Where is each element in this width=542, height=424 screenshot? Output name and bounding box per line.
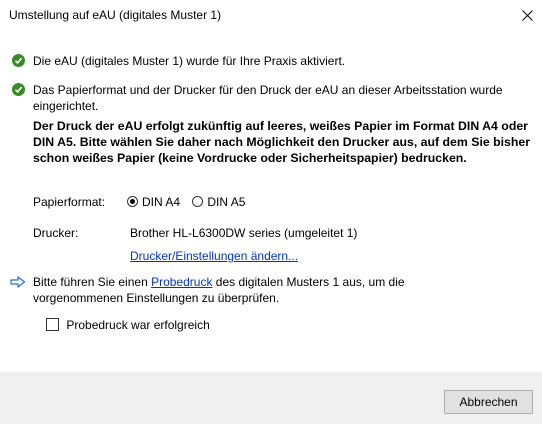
- dialog-footer: Abbrechen: [0, 372, 542, 424]
- arrow-right-icon: [10, 276, 26, 291]
- test-print-text-before: Bitte führen Sie einen: [33, 275, 152, 289]
- test-print-success-checkbox-row[interactable]: Probedruck war erfolgreich: [46, 318, 210, 332]
- test-print-text-after: des digitalen Musters 1 aus, um die: [212, 275, 405, 289]
- title-bar: Umstellung auf eAU (digitales Muster 1): [0, 0, 542, 30]
- close-icon[interactable]: [521, 9, 533, 21]
- paper-format-options: DIN A4 DIN A5: [127, 195, 245, 209]
- radio-selected-icon[interactable]: [127, 196, 138, 207]
- radio-din-a5[interactable]: DIN A5: [192, 195, 245, 209]
- cancel-button[interactable]: Abbrechen: [444, 390, 533, 414]
- test-print-text-line2: vorgenommenen Einstellungen zu überprüfe…: [33, 291, 280, 305]
- paper-format-label: Papierformat:: [33, 195, 106, 209]
- test-print-success-label[interactable]: Probedruck war erfolgreich: [66, 318, 209, 332]
- activated-message: Die eAU (digitales Muster 1) wurde für I…: [33, 54, 346, 68]
- print-notice: Der Druck der eAU erfolgt zukünftig auf …: [33, 119, 531, 165]
- window-title: Umstellung auf eAU (digitales Muster 1): [9, 8, 222, 22]
- setup-message-row: Das Papierformat und der Drucker für den…: [12, 82, 522, 114]
- printer-label: Drucker:: [33, 226, 79, 240]
- radio-din-a4[interactable]: DIN A4: [127, 195, 183, 209]
- close-button[interactable]: [512, 0, 542, 30]
- printer-settings-link[interactable]: Drucker/Einstellungen ändern...: [130, 249, 298, 263]
- test-print-instruction: Bitte führen Sie einen Probedruck des di…: [33, 274, 533, 306]
- activated-message-row: Die eAU (digitales Muster 1) wurde für I…: [12, 53, 345, 69]
- test-print-link[interactable]: Probedruck: [151, 275, 212, 289]
- setup-message: Das Papierformat und der Drucker für den…: [33, 83, 503, 113]
- check-circle-icon: [12, 54, 25, 67]
- printer-value: Brother HL-L6300DW series (umgeleitet 1): [130, 226, 358, 240]
- radio-unselected-icon[interactable]: [192, 196, 204, 207]
- dialog-window: Umstellung auf eAU (digitales Muster 1) …: [0, 0, 542, 424]
- radio-din-a4-label[interactable]: DIN A4: [142, 195, 180, 209]
- test-print-success-checkbox[interactable]: [46, 318, 59, 331]
- check-circle-icon: [12, 83, 25, 96]
- radio-din-a5-label[interactable]: DIN A5: [207, 195, 245, 209]
